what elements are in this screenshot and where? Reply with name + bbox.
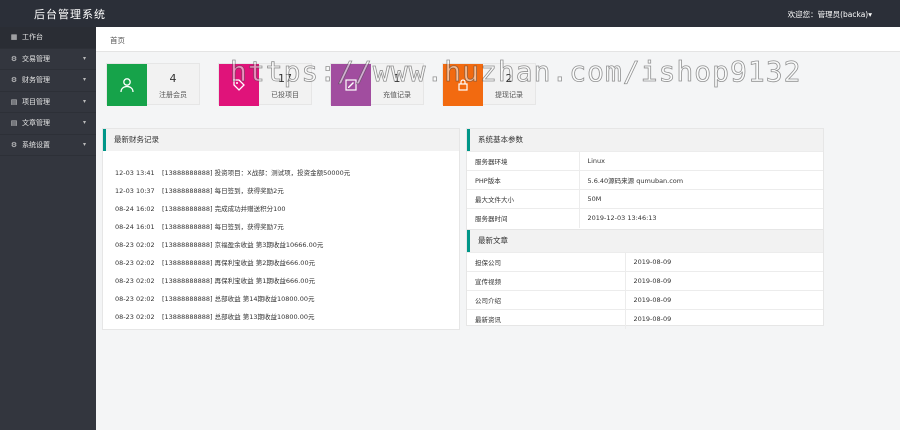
stat-label: 已投项目: [271, 91, 299, 99]
app-title: 后台管理系统: [34, 8, 106, 21]
table-row: PHP版本 5.6.40源码来源 qumuban.com: [467, 170, 823, 190]
sidebar-item-label: 项目管理: [22, 97, 50, 106]
sidebar-item-label: 工作台: [22, 33, 43, 42]
chevron-down-icon: ▾: [82, 140, 86, 148]
table-row[interactable]: 担保公司 2019-08-09: [467, 252, 823, 272]
list-item: 12-03 10:37 [13888888888] 每日签到，获得奖励2元: [115, 187, 284, 195]
list-item: 12-03 13:41 [13888888888] 投资项目：X战部：测试项，投资…: [115, 169, 351, 177]
list-item: 08-23 02:02 [13888888888] 再保利宝收益 第1期收益666…: [115, 277, 316, 285]
chevron-down-icon: ▾: [82, 97, 86, 105]
panel-title: 系统基本参数: [467, 129, 823, 151]
sidebar: ▦ 工作台 ⚙ 交易管理 ▾ ⚙ 财务管理 ▾ ▤ 项目管理 ▾ ▤ 文章管理 …: [0, 27, 96, 430]
sidebar-item-label: 交易管理: [22, 54, 50, 63]
sidebar-item-articles[interactable]: ▤ 文章管理 ▾: [0, 113, 96, 135]
stat-label: 提现记录: [495, 91, 523, 99]
system-info-table: 服务器环境 Linux PHP版本 5.6.40源码来源 qumuban.com 最…: [467, 151, 823, 228]
stat-label: 注册会员: [159, 91, 187, 99]
sidebar-item-label: 财务管理: [22, 76, 50, 85]
latest-articles-panel: 最新文章 担保公司 2019-08-09 宣传视频 2019-08-09 公司介绍 2…: [466, 229, 824, 329]
stat-card-members[interactable]: 4 注册会员: [106, 63, 200, 106]
table-row: 服务器时间 2019-12-03 13:46:13: [467, 208, 823, 228]
list-item: 08-23 02:02 [13888888888] 再保利宝收益 第2期收益666…: [115, 259, 316, 267]
top-bar: 后台管理系统 欢迎您：管理员(backa)▾: [0, 0, 900, 27]
system-info-panel: 系统基本参数 服务器环境 Linux PHP版本 5.6.40源码来源 qumuba…: [466, 128, 824, 234]
gear-icon: ⚙: [10, 54, 18, 63]
sidebar-item-trade[interactable]: ⚙ 交易管理 ▾: [0, 49, 96, 70]
sidebar-item-settings[interactable]: ⚙ 系统设置 ▾: [0, 135, 96, 156]
sidebar-item-dashboard[interactable]: ▦ 工作台: [0, 27, 96, 49]
chevron-down-icon: ▾: [868, 10, 872, 19]
sidebar-item-finance[interactable]: ⚙ 财务管理 ▾: [0, 70, 96, 92]
table-row[interactable]: 宣传视频 2019-08-09: [467, 271, 823, 291]
finance-records-panel: 最新财务记录 12-03 13:41 [13888888888] 投资项目：X战部…: [102, 128, 460, 330]
user-menu[interactable]: 欢迎您：管理员(backa)▾: [788, 9, 872, 20]
sidebar-item-label: 系统设置: [22, 140, 50, 149]
panel-title: 最新财务记录: [103, 129, 459, 151]
breadcrumb-home[interactable]: 首页: [110, 35, 125, 46]
table-row[interactable]: 最新资讯 2019-08-09: [467, 309, 823, 329]
list-icon: ▤: [10, 97, 18, 106]
list-item: 08-24 16:02 [13888888888] 完成成功并赠送积分100: [115, 205, 286, 213]
grid-icon: ▦: [10, 33, 18, 42]
list-item: 08-24 16:01 [13888888888] 每日签到，获得奖励7元: [115, 223, 284, 231]
table-row[interactable]: 公司介绍 2019-08-09: [467, 290, 823, 310]
user-icon: [107, 64, 147, 106]
watermark-text: https://www.huzhan.com/ishop9132: [230, 55, 802, 89]
stat-label: 充值记录: [383, 91, 411, 99]
table-row: 最大文件大小 50M: [467, 189, 823, 209]
list-icon: ▤: [10, 119, 18, 128]
user-greeting: 欢迎您：管理员(backa): [787, 10, 869, 19]
stat-value: 4: [169, 72, 177, 85]
breadcrumb: 首页: [96, 27, 900, 52]
list-item: 08-23 02:02 [13888888888] 总部收益 第13期收益1080…: [115, 313, 315, 321]
gear-icon: ⚙: [10, 140, 18, 149]
sidebar-item-projects[interactable]: ▤ 项目管理 ▾: [0, 92, 96, 113]
list-item: 08-23 02:02 [13888888888] 京福盈余收益 第3期收益106…: [115, 241, 324, 249]
panel-title: 最新文章: [467, 230, 823, 252]
articles-table: 担保公司 2019-08-09 宣传视频 2019-08-09 公司介绍 2019-0…: [467, 252, 823, 329]
chevron-down-icon: ▾: [82, 54, 86, 62]
chevron-down-icon: ▾: [82, 119, 86, 126]
sidebar-item-label: 文章管理: [22, 119, 50, 128]
chevron-down-icon: ▾: [82, 76, 86, 83]
table-row: 服务器环境 Linux: [467, 151, 823, 171]
gear-icon: ⚙: [10, 76, 18, 85]
list-item: 08-23 02:02 [13888888888] 总部收益 第14期收益1080…: [115, 295, 315, 303]
